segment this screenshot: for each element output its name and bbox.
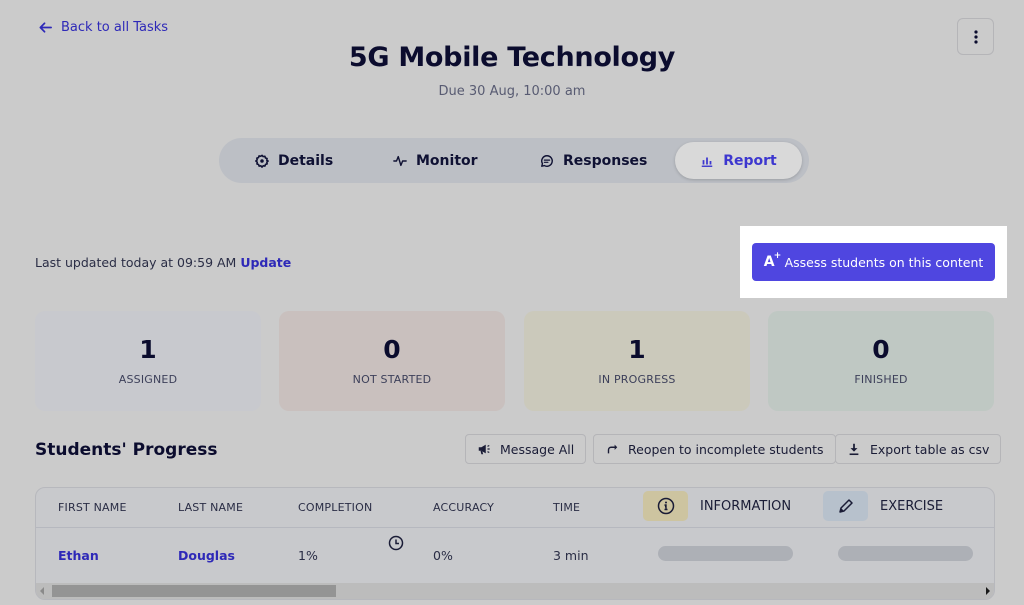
tab-bar: Details Monitor Responses Report (219, 138, 809, 183)
student-last-name[interactable]: Douglas (178, 548, 235, 563)
due-date: Due 30 Aug, 10:00 am (438, 84, 586, 99)
scrollbar-thumb[interactable] (52, 585, 336, 597)
stat-label: IN PROGRESS (598, 372, 676, 386)
megaphone-icon (478, 444, 490, 455)
col-last-name[interactable]: LAST NAME (178, 501, 243, 514)
information-progress-bar (658, 546, 793, 561)
reopen-label: Reopen to incomplete students (628, 441, 824, 457)
col-information[interactable]: INFORMATION (643, 491, 791, 521)
scroll-right-arrow[interactable] (986, 587, 990, 595)
stat-label: ASSIGNED (118, 372, 178, 386)
back-link-label: Back to all Tasks (61, 20, 169, 35)
assess-students-button[interactable]: A + Assess students on this content (752, 243, 995, 281)
stat-value: 0 (383, 334, 401, 364)
download-icon (849, 443, 859, 456)
tab-monitor[interactable]: Monitor (379, 142, 492, 179)
kebab-menu-icon (973, 29, 978, 44)
last-updated-text: Last updated today at 09:59 AM (35, 255, 237, 270)
bar-chart-icon (701, 157, 713, 167)
scroll-left-arrow[interactable] (40, 587, 44, 595)
exercise-badge (823, 491, 868, 521)
information-badge (643, 491, 688, 521)
student-first-name[interactable]: Ethan (58, 548, 99, 563)
message-all-label: Message All (500, 441, 575, 457)
tab-label: Details (278, 152, 334, 169)
table-header: FIRST NAME LAST NAME COMPLETION ACCURACY… (36, 488, 994, 528)
stat-value: 0 (872, 334, 890, 364)
pencil-icon (838, 499, 853, 513)
exercise-progress-bar (838, 546, 973, 561)
information-label: INFORMATION (700, 498, 792, 514)
export-csv-label: Export table as csv (870, 441, 990, 457)
stat-card-in-progress: 1 IN PROGRESS (524, 311, 750, 411)
assess-plus-icon: A + (763, 251, 782, 270)
student-accuracy: 0% (433, 548, 453, 563)
export-csv-button[interactable]: Export table as csv (835, 434, 1002, 464)
col-accuracy[interactable]: ACCURACY (433, 501, 494, 514)
tab-responses[interactable]: Responses (526, 142, 661, 179)
stat-label: FINISHED (854, 372, 908, 386)
stat-card-assigned: 1 ASSIGNED (35, 311, 261, 411)
students-progress-table: FIRST NAME LAST NAME COMPLETION ACCURACY… (35, 487, 995, 600)
stat-value: 1 (139, 334, 157, 364)
col-exercise[interactable]: EXERCISE (823, 491, 943, 521)
gear-icon (255, 154, 269, 168)
col-completion[interactable]: COMPLETION (298, 501, 372, 514)
chat-icon (541, 154, 553, 167)
tab-label: Responses (563, 152, 648, 169)
exercise-label: EXERCISE (880, 498, 944, 514)
arrow-left-icon (39, 22, 52, 33)
horizontal-scrollbar[interactable] (36, 583, 994, 599)
stat-label: NOT STARTED (352, 372, 432, 386)
table-row: Ethan Douglas 1% 0% 3 min (36, 528, 994, 584)
stat-card-finished: 0 FINISHED (768, 311, 994, 411)
message-all-button[interactable]: Message All (465, 434, 587, 464)
tab-report[interactable]: Report (675, 142, 802, 179)
redo-icon (607, 444, 618, 454)
page-title: 5G Mobile Technology (348, 42, 676, 73)
clock-icon (388, 535, 404, 551)
tab-details[interactable]: Details (241, 142, 347, 179)
students-progress-title: Students' Progress (35, 440, 218, 460)
update-link[interactable]: Update (240, 255, 291, 270)
stat-card-not-started: 0 NOT STARTED (279, 311, 505, 411)
more-options-button[interactable] (957, 18, 994, 55)
student-completion: 1% (298, 548, 318, 563)
stat-value: 1 (628, 334, 646, 364)
info-icon (657, 497, 674, 515)
col-first-name[interactable]: FIRST NAME (58, 501, 127, 514)
tab-label: Report (723, 152, 777, 169)
reopen-button[interactable]: Reopen to incomplete students (593, 434, 836, 464)
activity-icon (393, 155, 407, 166)
tab-label: Monitor (416, 152, 478, 169)
back-to-tasks-link[interactable]: Back to all Tasks (38, 20, 168, 35)
last-updated-status: Last updated today at 09:59 AM Update (35, 255, 291, 270)
col-time[interactable]: TIME (553, 501, 580, 514)
assess-button-label: Assess students on this content (784, 254, 984, 270)
student-time: 3 min (553, 548, 589, 563)
